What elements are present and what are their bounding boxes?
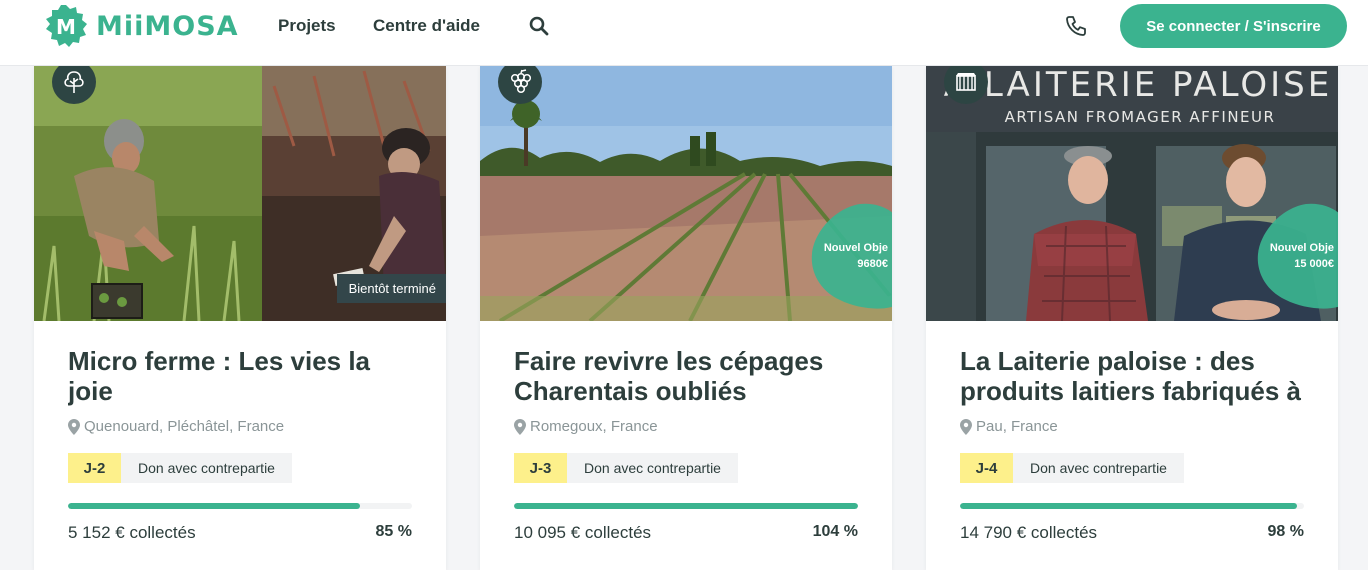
project-tags: J-4 Don avec contrepartie bbox=[960, 453, 1184, 483]
location-pin-icon bbox=[960, 418, 972, 435]
project-title[interactable]: Faire revivre les cépages Charentais oub… bbox=[514, 346, 864, 406]
project-title[interactable]: La Laiterie paloise : des produits laiti… bbox=[960, 346, 1310, 406]
new-objective-value: 15 000€ bbox=[1294, 258, 1334, 270]
project-card[interactable]: Nouvel Obje 9680€ Faire revivre les cépa… bbox=[480, 66, 892, 570]
funding-progress-bar bbox=[514, 503, 858, 509]
project-tags: J-3 Don avec contrepartie bbox=[514, 453, 738, 483]
funding-progress-fill bbox=[960, 503, 1298, 509]
brand-name: MiiMOSA bbox=[96, 10, 239, 42]
funding-progress-bar bbox=[960, 503, 1304, 509]
search-icon bbox=[529, 16, 549, 36]
project-image: Bientôt terminé bbox=[34, 66, 446, 321]
funding-percent: 104 % bbox=[812, 523, 858, 540]
funding-progress-fill bbox=[514, 503, 858, 509]
shop-icon bbox=[956, 73, 976, 91]
project-title[interactable]: Micro ferme : Les vies la joie bbox=[68, 346, 418, 406]
location-pin-icon bbox=[68, 418, 80, 435]
funding-percent: 98 % bbox=[1267, 523, 1304, 540]
funding-type-badge: Don avec contrepartie bbox=[121, 453, 292, 483]
project-card[interactable]: A LAITERIE PALOISE ARTISAN FROMAGER AFFI… bbox=[926, 66, 1338, 570]
amount-collected: 10 095 € collectés bbox=[514, 523, 652, 542]
location-pin-icon bbox=[514, 418, 526, 435]
shop-sign-subtitle: ARTISAN FROMAGER AFFINEUR bbox=[1005, 108, 1276, 126]
project-image: Nouvel Obje 9680€ bbox=[480, 66, 892, 321]
project-image: A LAITERIE PALOISE ARTISAN FROMAGER AFFI… bbox=[926, 66, 1338, 321]
days-left-badge: J-4 bbox=[960, 453, 1013, 483]
funding-progress-fill bbox=[68, 503, 361, 509]
shop-sign-title: A LAITERIE PALOISE bbox=[944, 66, 1332, 105]
new-objective-value: 9680€ bbox=[857, 258, 888, 270]
phone-icon bbox=[1066, 16, 1086, 36]
location-text: Romegoux, France bbox=[530, 418, 658, 435]
nav-projets[interactable]: Projets bbox=[278, 16, 336, 36]
funding-type-badge: Don avec contrepartie bbox=[1013, 453, 1184, 483]
nav-help-center[interactable]: Centre d'aide bbox=[373, 16, 480, 36]
project-card[interactable]: Bientôt terminé Micro ferme : Les vies l… bbox=[34, 66, 446, 570]
project-tags: J-2 Don avec contrepartie bbox=[68, 453, 292, 483]
login-signup-button[interactable]: Se connecter / S'inscrire bbox=[1120, 4, 1347, 48]
days-left-badge: J-2 bbox=[68, 453, 121, 483]
site-header: M MiiMOSA Projets Centre d'aide Se conne… bbox=[0, 0, 1368, 66]
grapes-icon bbox=[510, 69, 532, 94]
amount-collected: 14 790 € collectés bbox=[960, 523, 1098, 542]
project-location: Pau, France bbox=[960, 418, 1058, 435]
search-button[interactable] bbox=[526, 13, 552, 39]
funding-progress-bar bbox=[68, 503, 412, 509]
new-objective-label: Nouvel Obje bbox=[823, 242, 888, 254]
amount-collected: 5 152 € collectés bbox=[68, 523, 196, 542]
miimosa-logo-icon: M bbox=[46, 5, 87, 47]
new-objective-label: Nouvel Obje bbox=[1269, 242, 1334, 254]
funding-percent: 85 % bbox=[375, 523, 412, 540]
svg-text:M: M bbox=[56, 15, 76, 39]
location-text: Pau, France bbox=[976, 418, 1058, 435]
phone-button[interactable] bbox=[1062, 12, 1090, 40]
funding-type-badge: Don avec contrepartie bbox=[567, 453, 738, 483]
tree-icon bbox=[64, 71, 84, 93]
project-location: Romegoux, France bbox=[514, 418, 658, 435]
status-tag: Bientôt terminé bbox=[336, 274, 446, 303]
days-left-badge: J-3 bbox=[514, 453, 567, 483]
project-location: Quenouard, Pléchâtel, France bbox=[68, 418, 284, 435]
brand-logo[interactable]: M MiiMOSA bbox=[44, 4, 239, 48]
location-text: Quenouard, Pléchâtel, France bbox=[84, 418, 285, 435]
